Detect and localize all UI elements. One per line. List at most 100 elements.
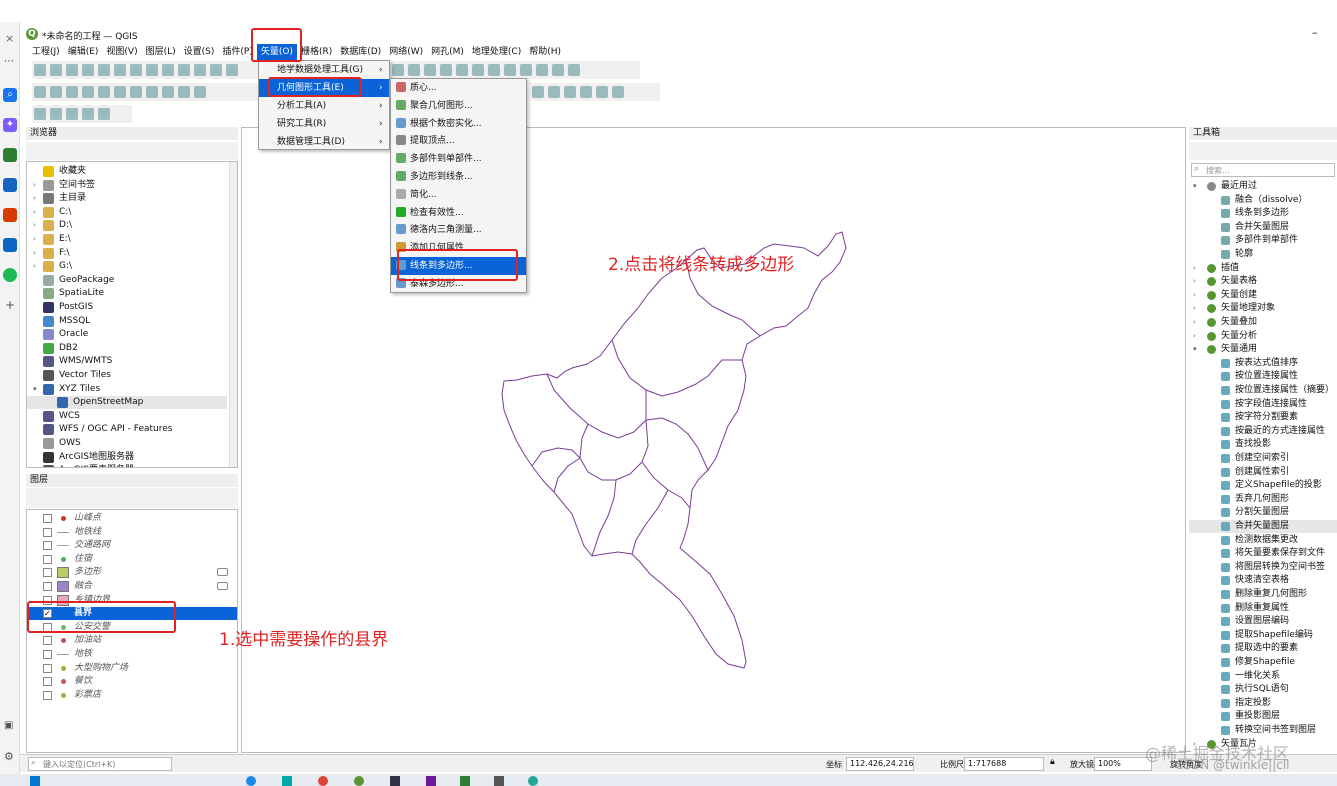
- toolbox-item[interactable]: 融合（dissolve）: [1189, 194, 1337, 207]
- menu-item[interactable]: 帮助(H): [525, 44, 565, 60]
- vector-menu-item[interactable]: 研究工具(R) ›: [259, 115, 389, 133]
- toolbox-item[interactable]: 检测数据集更改: [1189, 534, 1337, 547]
- expand-arrow-icon[interactable]: ›: [33, 219, 36, 232]
- browser-item[interactable]: ArcGIS要素服务器: [27, 464, 227, 467]
- toolbox-item[interactable]: 合并矢量图层: [1189, 520, 1337, 533]
- menu-item[interactable]: 编辑(E): [64, 44, 103, 60]
- outlook-icon[interactable]: [3, 238, 17, 252]
- toolbox-item[interactable]: 按表达式值排序: [1189, 357, 1337, 370]
- toolbox-item[interactable]: 合并矢量图层: [1189, 221, 1337, 234]
- browser-item[interactable]: Oracle: [27, 328, 227, 341]
- expand-arrow-icon[interactable]: ›: [1193, 289, 1196, 302]
- browser-item[interactable]: GeoPackage: [27, 274, 227, 287]
- browser-item[interactable]: OpenStreetMap: [27, 396, 227, 410]
- menu-item[interactable]: 地理处理(C): [468, 44, 525, 60]
- browser-item[interactable]: ▾ XYZ Tiles: [27, 383, 227, 396]
- browser-item[interactable]: WCS: [27, 410, 227, 423]
- layer-item[interactable]: 地铁: [27, 648, 237, 661]
- expand-arrow-icon[interactable]: ›: [33, 260, 36, 273]
- layer-visibility-checkbox[interactable]: [43, 527, 52, 537]
- toolbox-item[interactable]: › 矢量表格: [1189, 275, 1337, 288]
- toolbox-item[interactable]: 一维化关系: [1189, 670, 1337, 683]
- toolbox-search-input[interactable]: ⌕ 搜索...: [1191, 163, 1335, 177]
- geometry-tool-item[interactable]: 聚合几何图形...: [391, 97, 526, 115]
- toolbox-item[interactable]: 创建属性索引: [1189, 466, 1337, 479]
- lock-icon[interactable]: 🔒︎: [1050, 757, 1055, 767]
- browser-item[interactable]: › D:\: [27, 219, 227, 232]
- layer-visibility-checkbox[interactable]: [43, 690, 52, 700]
- toolbox-item[interactable]: ▾ 最近用过: [1189, 180, 1337, 193]
- browser-item[interactable]: ArcGIS地图服务器: [27, 451, 227, 464]
- search-icon[interactable]: ⌕: [3, 88, 17, 102]
- browser-item[interactable]: › 主目录: [27, 192, 227, 205]
- browser-scrollbar[interactable]: [229, 162, 237, 467]
- browser-item[interactable]: › C:\: [27, 206, 227, 219]
- toolbox-item[interactable]: 按最近的方式连接属性: [1189, 425, 1337, 438]
- toolbox-item[interactable]: 多部件到单部件: [1189, 234, 1337, 247]
- toolbox-item[interactable]: 按位置连接属性: [1189, 370, 1337, 383]
- browser-item[interactable]: › E:\: [27, 233, 227, 246]
- people-icon[interactable]: [3, 178, 17, 192]
- toolbox-tree[interactable]: ▾ 最近用过 融合（dissolve） 线条到多边形 合并矢量图层 多部件到单部件 轮廓 › 插…: [1189, 178, 1337, 753]
- layer-indicator-icon[interactable]: [217, 582, 228, 590]
- toolbox-toolbar[interactable]: [1189, 142, 1337, 160]
- add-icon[interactable]: +: [5, 298, 15, 312]
- magnifier-field[interactable]: 100%: [1094, 757, 1152, 771]
- geometry-tool-item[interactable]: 根据个数密实化...: [391, 115, 526, 133]
- layer-item[interactable]: 融合: [27, 580, 237, 593]
- browser-item[interactable]: Vector Tiles: [27, 369, 227, 382]
- layer-item[interactable]: 交通路网: [27, 539, 237, 552]
- map-canvas[interactable]: [241, 127, 1186, 753]
- layer-item[interactable]: 地铁线: [27, 526, 237, 539]
- expand-arrow-icon[interactable]: ›: [33, 192, 36, 205]
- navigation-toolbar[interactable]: [390, 61, 640, 79]
- office-icon[interactable]: [3, 208, 17, 222]
- expand-arrow-icon[interactable]: ›: [1193, 316, 1196, 329]
- toolbox-item[interactable]: 轮廓: [1189, 248, 1337, 261]
- toolbox-item[interactable]: › 插值: [1189, 262, 1337, 275]
- taskbar-app-icon[interactable]: [246, 776, 256, 786]
- locator-input[interactable]: ⌕ 键入以定位(Ctrl+K): [28, 757, 172, 771]
- toolbox-item[interactable]: 修复Shapefile: [1189, 656, 1337, 669]
- start-icon[interactable]: [30, 776, 40, 786]
- toolbox-item[interactable]: 定义Shapefile的投影: [1189, 479, 1337, 492]
- toolbox-item[interactable]: 设置图层编码: [1189, 615, 1337, 628]
- layer-item[interactable]: 住宿: [27, 553, 237, 566]
- toolbox-item[interactable]: 分割矢量图层: [1189, 506, 1337, 519]
- menu-item[interactable]: 设置(S): [180, 44, 219, 60]
- toolbox-item[interactable]: 指定投影: [1189, 697, 1337, 710]
- expand-arrow-icon[interactable]: ›: [1193, 275, 1196, 288]
- geometry-tool-item[interactable]: 多边形到线条...: [391, 168, 526, 186]
- expand-arrow-icon[interactable]: ›: [33, 206, 36, 219]
- toolbox-item[interactable]: 执行SQL语句: [1189, 683, 1337, 696]
- menu-item[interactable]: 图层(L): [142, 44, 180, 60]
- taskbar-app-icon[interactable]: [390, 776, 400, 786]
- toolbox-item[interactable]: 删除重复几何图形: [1189, 588, 1337, 601]
- toolbox-item[interactable]: 线条到多边形: [1189, 207, 1337, 220]
- close-icon[interactable]: ×: [5, 32, 14, 45]
- sidebar-toggle-icon[interactable]: ▣: [4, 720, 13, 731]
- toolbox-item[interactable]: 查找投影: [1189, 438, 1337, 451]
- taskbar-app-icon[interactable]: [282, 776, 292, 786]
- toolbox-item[interactable]: 丢弃几何图形: [1189, 493, 1337, 506]
- sparkle-icon[interactable]: ✦: [3, 118, 17, 132]
- geometry-tool-item[interactable]: 质心...: [391, 79, 526, 97]
- toolbox-item[interactable]: 按位置连接属性（摘要）: [1189, 384, 1337, 397]
- briefcase-icon[interactable]: [3, 148, 17, 162]
- toolbox-item[interactable]: › 矢量创建: [1189, 289, 1337, 302]
- toolbox-item[interactable]: 创建空间索引: [1189, 452, 1337, 465]
- layer-item[interactable]: 山峰点: [27, 512, 237, 525]
- menu-item[interactable]: 工程(J): [28, 44, 64, 60]
- vector-menu-item[interactable]: 数据管理工具(D) ›: [259, 133, 389, 151]
- browser-item[interactable]: WMS/WMTS: [27, 355, 227, 368]
- toolbox-item[interactable]: 将矢量要素保存到文件: [1189, 547, 1337, 560]
- expand-arrow-icon[interactable]: ›: [1193, 262, 1196, 275]
- layer-visibility-checkbox[interactable]: [43, 663, 52, 673]
- menu-item[interactable]: 数据库(D): [336, 44, 385, 60]
- browser-item[interactable]: OWS: [27, 437, 227, 450]
- minimize-button[interactable]: –: [1312, 26, 1318, 39]
- toolbox-item[interactable]: 重投影图层: [1189, 710, 1337, 723]
- toolbox-item[interactable]: › 矢量叠加: [1189, 316, 1337, 329]
- menu-item[interactable]: 网孔(M): [427, 44, 468, 60]
- edge-icon[interactable]: [528, 776, 538, 786]
